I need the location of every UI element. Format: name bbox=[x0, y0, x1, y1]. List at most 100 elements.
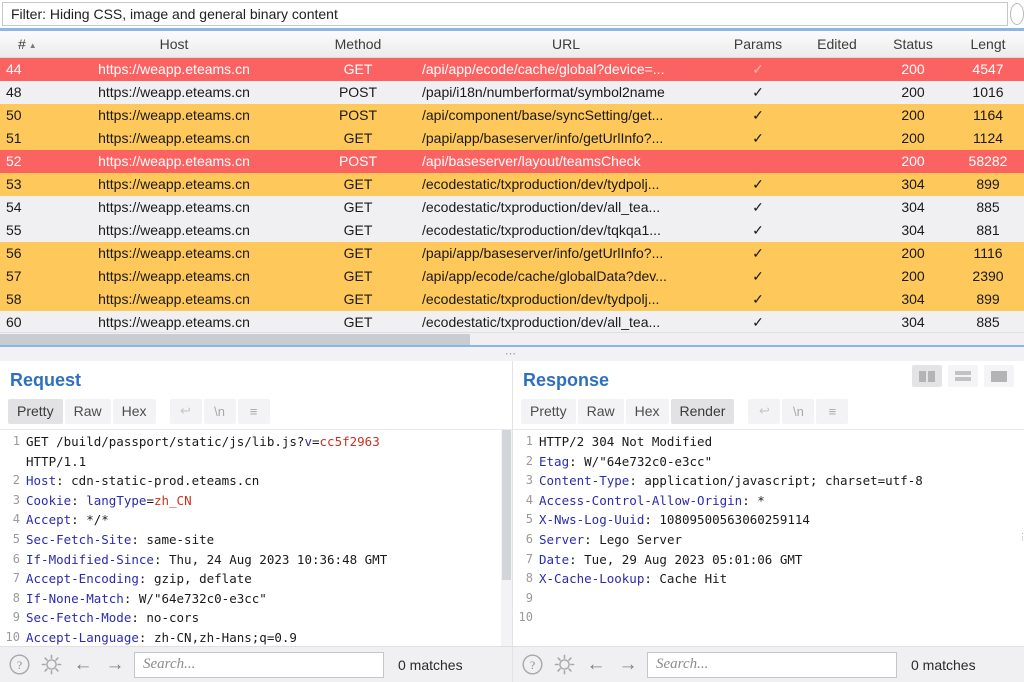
arrow-right-icon[interactable]: → bbox=[102, 652, 128, 678]
request-vertical-scrollbar[interactable] bbox=[501, 430, 512, 646]
response-tab-raw[interactable]: Raw bbox=[578, 399, 624, 424]
response-body-editor[interactable]: 1HTTP/2 304 Not Modified2Etag: W/"64e732… bbox=[513, 429, 1024, 646]
table-row[interactable]: 44https://weapp.eteams.cnGET/api/app/eco… bbox=[0, 57, 1024, 81]
code-text: X-Cache-Lookup: Cache Hit bbox=[539, 569, 1024, 589]
cell-url: /ecodestatic/txproduction/dev/tqkqa1... bbox=[416, 219, 716, 242]
code-line: 3Cookie: langType=zh_CN bbox=[0, 491, 512, 511]
line-number: 9 bbox=[0, 608, 26, 628]
cell-params: ✓ bbox=[716, 127, 800, 150]
column-header-length[interactable]: Lengt bbox=[952, 31, 1024, 57]
table-row[interactable]: 57https://weapp.eteams.cnGET/api/app/eco… bbox=[0, 265, 1024, 288]
arrow-left-icon[interactable]: ← bbox=[70, 652, 96, 678]
cell-url: /ecodestatic/txproduction/dev/tydpolj... bbox=[416, 288, 716, 311]
cell-status: 200 bbox=[874, 57, 952, 81]
help-icon[interactable]: ? bbox=[519, 652, 545, 678]
column-header-params[interactable]: Params bbox=[716, 31, 800, 57]
code-text: If-Modified-Since: Thu, 24 Aug 2023 10:3… bbox=[26, 550, 512, 570]
gear-icon[interactable] bbox=[38, 652, 64, 678]
line-number: 4 bbox=[0, 510, 26, 530]
cell-edited bbox=[800, 196, 874, 219]
column-header-url[interactable]: URL bbox=[416, 31, 716, 57]
menu-icon[interactable]: ≡ bbox=[816, 399, 848, 424]
column-header-num[interactable]: #▲ bbox=[0, 31, 48, 57]
cell-length: 899 bbox=[952, 173, 1024, 196]
newline-icon[interactable]: \n bbox=[782, 399, 814, 424]
code-text: Etag: W/"64e732c0-e3cc" bbox=[539, 452, 1024, 472]
code-text: Cookie: langType=zh_CN bbox=[26, 491, 512, 511]
filter-bar-right bbox=[1008, 2, 1024, 26]
cell-status: 200 bbox=[874, 265, 952, 288]
table-row[interactable]: 60https://weapp.eteams.cnGET/ecodestatic… bbox=[0, 311, 1024, 334]
request-search-bar: ? ← → Search... 0 matches bbox=[0, 647, 512, 682]
table-row[interactable]: 53https://weapp.eteams.cnGET/ecodestatic… bbox=[0, 173, 1024, 196]
cell-status: 304 bbox=[874, 173, 952, 196]
cell-method: GET bbox=[300, 57, 416, 81]
layout-split-vertical-button[interactable] bbox=[912, 365, 942, 387]
code-line: 5Sec-Fetch-Site: same-site bbox=[0, 530, 512, 550]
cell-url: /papi/app/baseserver/info/getUrlInfo?... bbox=[416, 127, 716, 150]
cell-params: ✓ bbox=[716, 173, 800, 196]
newline-icon[interactable]: \n bbox=[204, 399, 236, 424]
cell-num: 52 bbox=[0, 150, 48, 173]
cell-status: 304 bbox=[874, 288, 952, 311]
request-tab-hex[interactable]: Hex bbox=[113, 399, 156, 424]
cell-params: ✓ bbox=[716, 219, 800, 242]
line-number: 6 bbox=[513, 530, 539, 550]
pane-resize-handle[interactable]: ⋮ bbox=[1018, 536, 1022, 541]
column-header-method[interactable]: Method bbox=[300, 31, 416, 57]
cell-params: ✓ bbox=[716, 288, 800, 311]
request-tab-pretty[interactable]: Pretty bbox=[8, 399, 63, 424]
request-tab-raw[interactable]: Raw bbox=[65, 399, 111, 424]
filter-button[interactable]: Filter: Hiding CSS, image and general bi… bbox=[2, 2, 1008, 26]
wrap-icon[interactable]: ↩ bbox=[748, 399, 780, 424]
cell-host: https://weapp.eteams.cn bbox=[48, 196, 300, 219]
table-row[interactable]: 58https://weapp.eteams.cnGET/ecodestatic… bbox=[0, 288, 1024, 311]
code-line: 8X-Cache-Lookup: Cache Hit bbox=[513, 569, 1024, 589]
layout-split-horizontal-button[interactable] bbox=[948, 365, 978, 387]
help-icon[interactable]: ? bbox=[6, 652, 32, 678]
table-row[interactable]: 52https://weapp.eteams.cnPOST/api/basese… bbox=[0, 150, 1024, 173]
cell-length: 1016 bbox=[952, 81, 1024, 104]
menu-icon[interactable]: ≡ bbox=[238, 399, 270, 424]
wrap-icon[interactable]: ↩ bbox=[170, 399, 202, 424]
cell-edited bbox=[800, 57, 874, 81]
response-tab-render[interactable]: Render bbox=[671, 399, 735, 424]
arrow-right-icon[interactable]: → bbox=[615, 652, 641, 678]
arrow-left-icon[interactable]: ← bbox=[583, 652, 609, 678]
search-input[interactable]: Search... bbox=[134, 652, 384, 678]
code-line: 9Sec-Fetch-Mode: no-cors bbox=[0, 608, 512, 628]
code-line: 4Access-Control-Allow-Origin: * bbox=[513, 491, 1024, 511]
layout-single-pane-button[interactable] bbox=[984, 365, 1014, 387]
table-row[interactable]: 51https://weapp.eteams.cnGET/papi/app/ba… bbox=[0, 127, 1024, 150]
scrollbar-thumb[interactable] bbox=[502, 430, 511, 580]
table-row[interactable]: 48https://weapp.eteams.cnPOST/papi/i18n/… bbox=[0, 81, 1024, 104]
table-row[interactable]: 50https://weapp.eteams.cnPOST/api/compon… bbox=[0, 104, 1024, 127]
cell-url: /api/app/ecode/cache/global?device=... bbox=[416, 57, 716, 81]
cell-length: 899 bbox=[952, 288, 1024, 311]
column-header-edited[interactable]: Edited bbox=[800, 31, 874, 57]
request-body-editor[interactable]: 1GET /build/passport/static/js/lib.js?v=… bbox=[0, 429, 512, 646]
svg-text:?: ? bbox=[529, 658, 534, 672]
line-number: 8 bbox=[513, 569, 539, 589]
table-row[interactable]: 56https://weapp.eteams.cnGET/papi/app/ba… bbox=[0, 242, 1024, 265]
response-pane-header: Response bbox=[513, 361, 1024, 395]
cell-edited bbox=[800, 288, 874, 311]
cell-edited bbox=[800, 265, 874, 288]
panel-splitter[interactable]: ⋯ bbox=[0, 345, 1024, 361]
response-tab-hex[interactable]: Hex bbox=[626, 399, 669, 424]
response-tab-pretty[interactable]: Pretty bbox=[521, 399, 576, 424]
column-header-status[interactable]: Status bbox=[874, 31, 952, 57]
code-line: 10 bbox=[513, 608, 1024, 628]
gear-icon[interactable] bbox=[551, 652, 577, 678]
column-header-host[interactable]: Host bbox=[48, 31, 300, 57]
circle-icon[interactable] bbox=[1010, 3, 1024, 25]
scrollbar-thumb[interactable] bbox=[0, 334, 470, 345]
table-row[interactable]: 54https://weapp.eteams.cnGET/ecodestatic… bbox=[0, 196, 1024, 219]
cell-url: /ecodestatic/txproduction/dev/all_tea... bbox=[416, 311, 716, 334]
line-number: 10 bbox=[513, 608, 539, 628]
cell-host: https://weapp.eteams.cn bbox=[48, 81, 300, 104]
search-input[interactable]: Search... bbox=[647, 652, 897, 678]
table-row[interactable]: 55https://weapp.eteams.cnGET/ecodestatic… bbox=[0, 219, 1024, 242]
table-horizontal-scrollbar[interactable] bbox=[0, 332, 1024, 345]
cell-params: ✓ bbox=[716, 57, 800, 81]
